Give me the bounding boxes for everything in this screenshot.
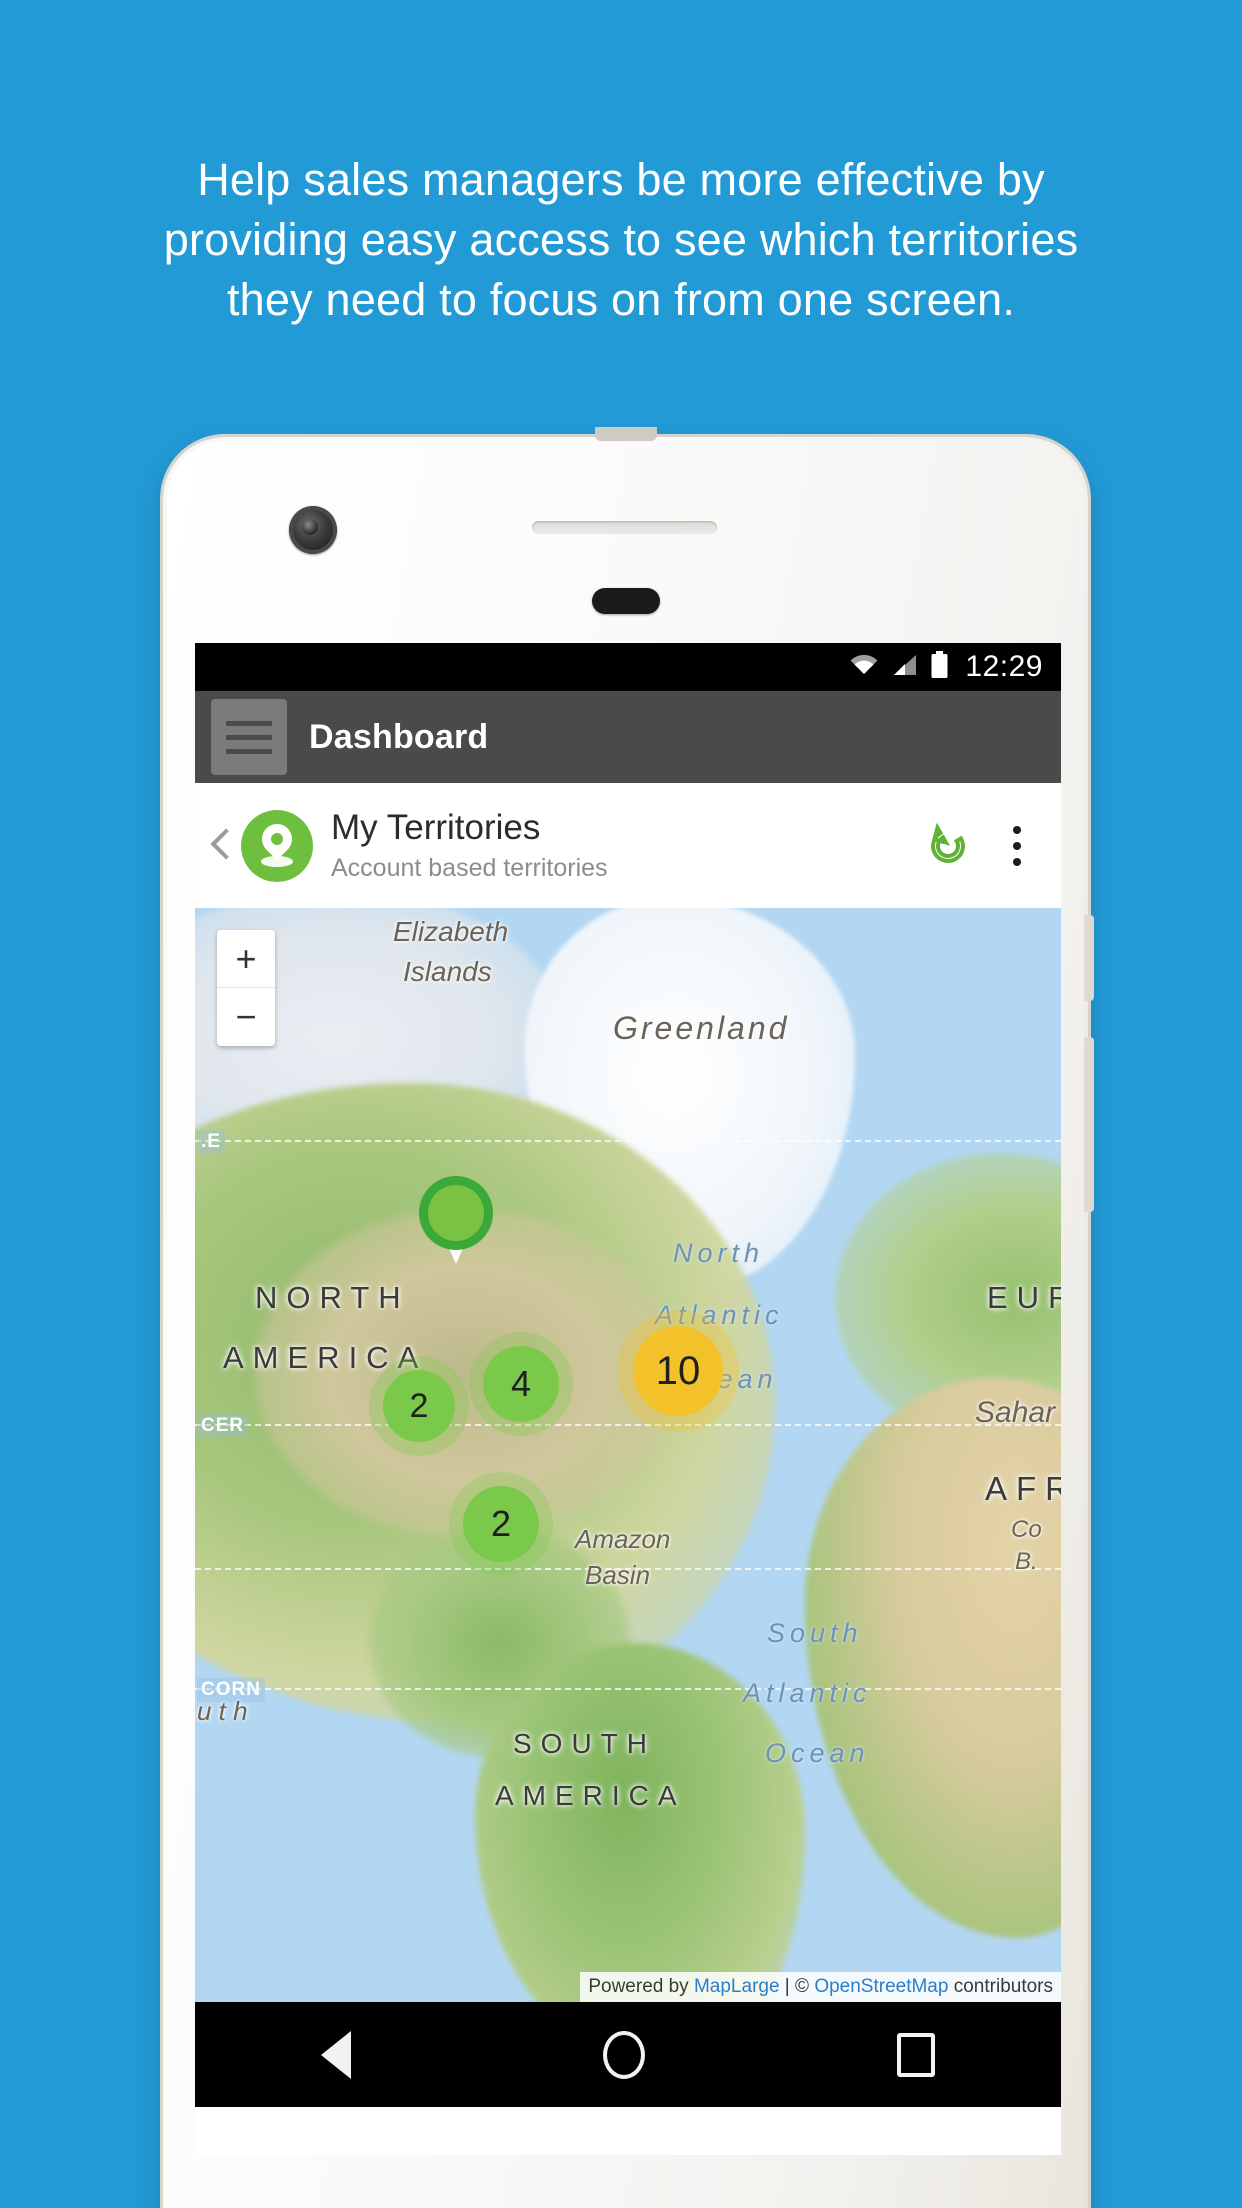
nav-back-icon[interactable] <box>321 2030 351 2079</box>
map-ocean-label-atlantic-2: Atlantic <box>743 1678 872 1708</box>
attribution-prefix: Powered by <box>588 1976 694 1997</box>
territory-map[interactable]: .E CER CORN Elizabeth Islands Greenland … <box>195 908 1061 2002</box>
map-cluster-marker[interactable]: 2 <box>383 1370 455 1442</box>
map-cluster-marker[interactable]: 4 <box>483 1346 559 1422</box>
maplarge-link[interactable]: MapLarge <box>694 1976 780 1997</box>
map-caps-america: AMERICA <box>223 1340 428 1375</box>
phone-screen: 12:29 Dashboard My Territories Account b… <box>195 643 1061 2155</box>
hamburger-menu-icon[interactable] <box>211 699 287 775</box>
attribution-suffix: contributors <box>948 1976 1053 1997</box>
app-bar: Dashboard <box>195 691 1061 783</box>
card-subtitle: Account based territories <box>331 853 608 882</box>
home-button[interactable] <box>592 588 660 614</box>
promo-screenshot: Help sales managers be more effective by… <box>0 0 1242 2208</box>
refresh-icon[interactable] <box>919 817 977 875</box>
map-grid-label-capricorn: CORN <box>197 1678 265 1702</box>
map-caps-africa: AFR <box>985 1470 1061 1507</box>
map-gridline-arctic <box>195 1140 1061 1142</box>
map-ocean-label-north: North <box>673 1238 765 1268</box>
page-title: Help sales managers be more effective by… <box>0 150 1242 330</box>
headline-line-2: providing easy access to see which terri… <box>163 214 1079 265</box>
map-zoom-controls[interactable]: + − <box>217 930 275 1046</box>
front-camera-icon <box>289 506 337 554</box>
more-vertical-icon[interactable] <box>993 817 1041 875</box>
map-pin-logo-icon <box>241 809 313 882</box>
map-grid-label-cancer: CER <box>197 1414 249 1438</box>
map-grid-label-arctic: .E <box>197 1130 225 1154</box>
status-bar-time: 12:29 <box>965 650 1043 683</box>
volume-button[interactable] <box>1084 1037 1094 1212</box>
zoom-in-button[interactable]: + <box>217 930 275 988</box>
map-cluster-marker[interactable]: 2 <box>463 1486 539 1562</box>
wifi-icon <box>849 653 879 682</box>
map-gridline-cancer <box>195 1424 1061 1426</box>
status-bar: 12:29 <box>195 643 1061 691</box>
map-gridline-equator <box>195 1568 1061 1570</box>
headline-line-3: they need to focus on from one screen. <box>226 274 1016 325</box>
openstreetmap-link[interactable]: OpenStreetMap <box>814 1976 948 1997</box>
card-header-texts: My Territories Account based territories <box>331 807 919 885</box>
map-attribution: Powered by MapLarge | © OpenStreetMap co… <box>580 1972 1061 2002</box>
nav-recents-icon[interactable] <box>897 2032 935 2077</box>
map-ocean-label-south: South <box>767 1618 863 1648</box>
attribution-separator: | © <box>779 1976 815 1997</box>
chevron-left-icon[interactable] <box>203 829 237 863</box>
signal-icon <box>891 653 918 682</box>
map-marker-pin[interactable] <box>419 1176 493 1268</box>
map-caps-europe: EUR <box>987 1280 1061 1315</box>
card-title: My Territories <box>331 807 541 847</box>
app-bar-title: Dashboard <box>309 717 489 756</box>
zoom-out-button[interactable]: − <box>217 988 275 1046</box>
card-header: My Territories Account based territories <box>195 783 1061 908</box>
map-caps-north: NORTH <box>255 1280 410 1315</box>
nav-home-icon[interactable] <box>603 2030 645 2079</box>
android-nav-bar <box>195 2002 1061 2107</box>
headline-line-1: Help sales managers be more effective by <box>197 154 1045 205</box>
map-ocean-label-ocean-2: Ocean <box>765 1738 870 1768</box>
phone-top-notch <box>594 427 657 441</box>
battery-icon <box>930 650 949 684</box>
map-caps-south: SOUTH <box>513 1728 656 1759</box>
map-cluster-marker[interactable]: 10 <box>633 1326 723 1416</box>
map-gridline-capricorn <box>195 1688 1061 1690</box>
power-button[interactable] <box>1084 915 1094 1001</box>
map-caps-america-2: AMERICA <box>495 1780 686 1811</box>
earpiece-speaker <box>532 521 717 534</box>
